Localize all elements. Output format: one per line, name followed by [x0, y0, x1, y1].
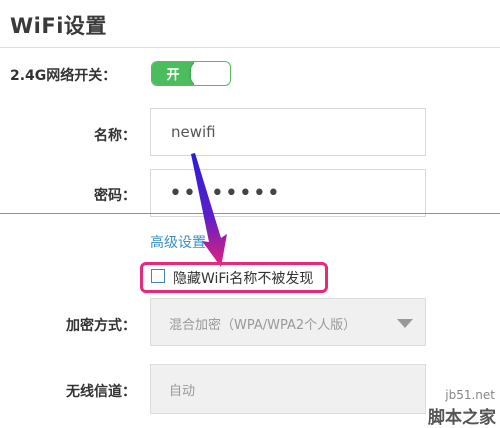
annotation-arrow-icon: [191, 153, 227, 267]
encryption-label: 加密方式：: [66, 318, 136, 334]
dropdown-caret-icon: [397, 319, 413, 328]
channel-value: 自动: [169, 384, 196, 399]
red-guide-line: [0, 213, 500, 214]
name-input[interactable]: newifi: [150, 108, 426, 156]
channel-select[interactable]: 自动: [150, 364, 426, 414]
header-divider: [0, 47, 500, 48]
encryption-value: 混合加密（WPA/WPA2个人版）: [169, 318, 357, 333]
hide-ssid-label[interactable]: 隐藏WiFi名称不被发现: [173, 268, 313, 288]
watermark-logo: 脚本之家: [428, 408, 496, 428]
wifi-switch-label: 2.4G网络开关：: [10, 68, 117, 84]
page-title: WiFi设置: [10, 14, 107, 38]
wifi-toggle[interactable]: 开: [151, 61, 231, 86]
password-label: 密码：: [94, 188, 136, 204]
name-value: newifi: [171, 123, 216, 141]
encryption-select[interactable]: 混合加密（WPA/WPA2个人版）: [150, 298, 426, 346]
toggle-on-label: 开: [152, 62, 194, 85]
toggle-knob: [191, 62, 230, 85]
channel-label: 无线信道：: [66, 384, 136, 400]
hide-ssid-checkbox[interactable]: [151, 269, 165, 283]
watermark-url: jb51.net: [445, 388, 495, 402]
name-label: 名称：: [94, 128, 136, 144]
